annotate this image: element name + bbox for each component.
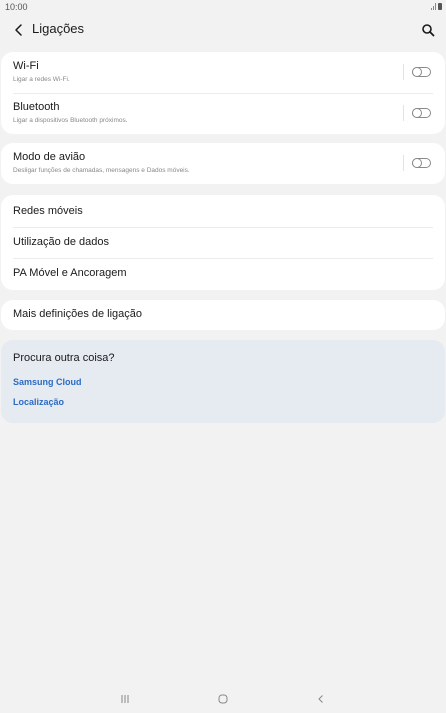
menu-item-utilizacao-dados[interactable]: Utilização de dados [1, 227, 445, 258]
toggle-knob [412, 67, 422, 77]
battery-icon [438, 3, 442, 10]
back-arrow-icon[interactable] [11, 22, 27, 38]
bluetooth-row[interactable]: Bluetooth Ligar a dispositivos Bluetooth… [1, 93, 445, 134]
airplane-mode-title: Modo de avião [13, 151, 86, 163]
nav-back-icon[interactable] [316, 694, 326, 704]
status-icons [431, 2, 442, 10]
more-settings-card: Mais definições de ligação [1, 300, 445, 330]
page-title: Ligações [32, 21, 85, 36]
toggle-divider [403, 105, 404, 121]
signal-icon [431, 3, 436, 10]
airplane-mode-row[interactable]: Modo de avião Desligar funções de chamad… [1, 143, 445, 184]
network-menu-card: Redes móveis Utilização de dados PA Móve… [1, 195, 445, 290]
menu-item-label: Redes móveis [13, 205, 83, 217]
bluetooth-title: Bluetooth [13, 101, 60, 113]
suggestions-card: Procura outra coisa? Samsung Cloud Local… [1, 340, 445, 423]
recent-apps-icon[interactable] [120, 694, 130, 704]
airplane-mode-subtitle: Desligar funções de chamadas, mensagens … [13, 167, 190, 174]
toggle-knob [412, 108, 422, 118]
status-time: 10:00 [5, 2, 28, 12]
menu-item-label: Utilização de dados [13, 236, 110, 248]
toggle-divider [403, 64, 404, 80]
menu-item-pa-movel[interactable]: PA Móvel e Ancoragem [1, 258, 445, 290]
bluetooth-subtitle: Ligar a dispositivos Bluetooth próximos. [13, 117, 128, 124]
menu-item-label: PA Móvel e Ancoragem [13, 267, 127, 279]
airplane-mode-toggle[interactable] [412, 158, 431, 168]
toggle-divider [403, 155, 404, 171]
home-icon[interactable] [218, 694, 228, 704]
wifi-toggle[interactable] [412, 67, 431, 77]
suggestions-title: Procura outra coisa? [13, 352, 115, 364]
samsung-cloud-link[interactable]: Samsung Cloud [13, 377, 82, 387]
search-icon[interactable] [420, 22, 436, 38]
wifi-row[interactable]: Wi-Fi Ligar a redes Wi-Fi. [1, 52, 445, 93]
navigation-bar [0, 686, 446, 713]
toggle-knob [412, 158, 422, 168]
wifi-subtitle: Ligar a redes Wi-Fi. [13, 76, 70, 83]
connectivity-card: Wi-Fi Ligar a redes Wi-Fi. Bluetooth Lig… [1, 52, 445, 134]
menu-item-mais-definicoes[interactable]: Mais definições de ligação [1, 300, 445, 330]
app-bar: Ligações [0, 14, 446, 46]
menu-item-label: Mais definições de ligação [13, 308, 143, 320]
localizacao-link[interactable]: Localização [13, 397, 64, 407]
status-bar: 10:00 [0, 0, 446, 14]
bluetooth-toggle[interactable] [412, 108, 431, 118]
wifi-title: Wi-Fi [13, 60, 39, 72]
menu-item-redes-moveis[interactable]: Redes móveis [1, 195, 445, 227]
airplane-card: Modo de avião Desligar funções de chamad… [1, 143, 445, 184]
